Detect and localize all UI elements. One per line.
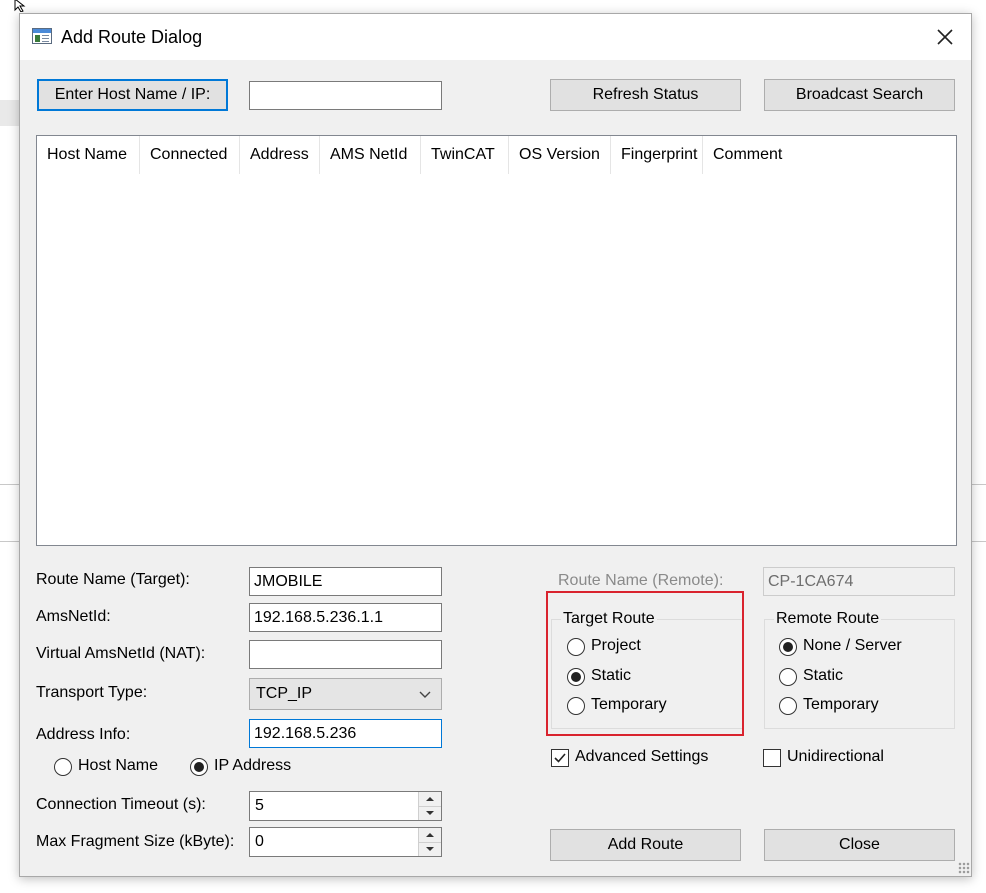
- arrow-down-icon: [426, 811, 434, 815]
- unidirectional-checkbox[interactable]: [763, 749, 781, 767]
- max-fragment-label: Max Fragment Size (kByte):: [36, 833, 235, 850]
- remote-route-name-label: Route Name (Remote):: [558, 572, 724, 589]
- connection-timeout-value: 5: [255, 797, 264, 814]
- host-name-radio[interactable]: [54, 758, 72, 776]
- address-info-label: Address Info:: [36, 726, 131, 743]
- transport-type-select[interactable]: TCP_IP: [249, 678, 442, 710]
- connection-timeout-stepper[interactable]: 5: [249, 791, 442, 821]
- mouse-cursor-icon: [14, 0, 26, 12]
- close-button[interactable]: Close: [764, 829, 955, 861]
- column-header-twincat[interactable]: TwinCAT: [421, 136, 509, 174]
- remote-route-temporary-label[interactable]: Temporary: [803, 696, 879, 714]
- route-name-label: Route Name (Target):: [36, 571, 190, 588]
- transport-type-value: TCP_IP: [256, 685, 313, 702]
- broadcast-search-button[interactable]: Broadcast Search: [764, 79, 955, 111]
- column-header-ams-netid[interactable]: AMS NetId: [320, 136, 421, 174]
- remote-route-static-radio[interactable]: [779, 668, 797, 686]
- advanced-settings-label[interactable]: Advanced Settings: [575, 748, 708, 766]
- ip-address-radio-label[interactable]: IP Address: [214, 757, 291, 775]
- remote-route-static-label[interactable]: Static: [803, 667, 843, 685]
- column-header-os-version[interactable]: OS Version: [509, 136, 611, 174]
- timeout-up-button[interactable]: [419, 792, 441, 807]
- address-info-input[interactable]: [249, 719, 442, 748]
- highlight-annotation: [546, 591, 744, 736]
- transport-type-label: Transport Type:: [36, 684, 148, 701]
- window-title: Add Route Dialog: [61, 27, 203, 47]
- host-name-radio-label[interactable]: Host Name: [78, 757, 158, 775]
- column-header-fingerprint[interactable]: Fingerprint: [611, 136, 703, 174]
- amsnetid-input[interactable]: [249, 603, 442, 632]
- arrow-down-icon: [426, 847, 434, 851]
- unidirectional-label[interactable]: Unidirectional: [787, 748, 884, 766]
- chevron-down-icon: [419, 691, 431, 698]
- column-header-comment[interactable]: Comment: [703, 136, 956, 174]
- enter-host-button[interactable]: Enter Host Name / IP:: [37, 79, 228, 111]
- amsnetid-label: AmsNetId:: [36, 608, 111, 625]
- route-name-input[interactable]: [249, 567, 442, 596]
- virtual-amsnetid-input[interactable]: [249, 640, 442, 669]
- column-header-host-name[interactable]: Host Name: [37, 136, 140, 174]
- resize-grip-icon[interactable]: [958, 862, 970, 874]
- max-fragment-value: 0: [255, 833, 264, 850]
- arrow-up-icon: [426, 833, 434, 837]
- host-list-view[interactable]: Host Name Connected Address AMS NetId Tw…: [36, 135, 957, 546]
- remote-route-temporary-radio[interactable]: [779, 697, 797, 715]
- checkmark-icon: [554, 753, 566, 763]
- fragment-down-button[interactable]: [419, 842, 441, 856]
- max-fragment-stepper[interactable]: 0: [249, 827, 442, 857]
- column-header-connected[interactable]: Connected: [140, 136, 240, 174]
- add-route-button[interactable]: Add Route: [550, 829, 741, 861]
- refresh-status-button[interactable]: Refresh Status: [550, 79, 741, 111]
- remote-route-none-label[interactable]: None / Server: [803, 637, 902, 655]
- connection-timeout-label: Connection Timeout (s):: [36, 796, 206, 813]
- remote-route-none-radio[interactable]: [779, 638, 797, 656]
- virtual-amsnetid-label: Virtual AmsNetId (NAT):: [36, 645, 206, 662]
- arrow-up-icon: [426, 797, 434, 801]
- timeout-down-button[interactable]: [419, 806, 441, 820]
- title-bar[interactable]: Add Route Dialog: [20, 14, 971, 60]
- fragment-up-button[interactable]: [419, 828, 441, 843]
- add-route-dialog: Add Route Dialog Enter Host Name / IP: R…: [19, 13, 972, 877]
- remote-route-title: Remote Route: [774, 610, 882, 628]
- background-app-strip: [0, 100, 20, 126]
- ip-address-radio[interactable]: [190, 758, 208, 776]
- column-header-address[interactable]: Address: [240, 136, 320, 174]
- close-icon[interactable]: [932, 24, 958, 50]
- advanced-settings-checkbox[interactable]: [551, 749, 569, 767]
- window-icon: [32, 28, 52, 44]
- host-name-input[interactable]: [249, 81, 442, 110]
- remote-route-name-input: [763, 567, 955, 596]
